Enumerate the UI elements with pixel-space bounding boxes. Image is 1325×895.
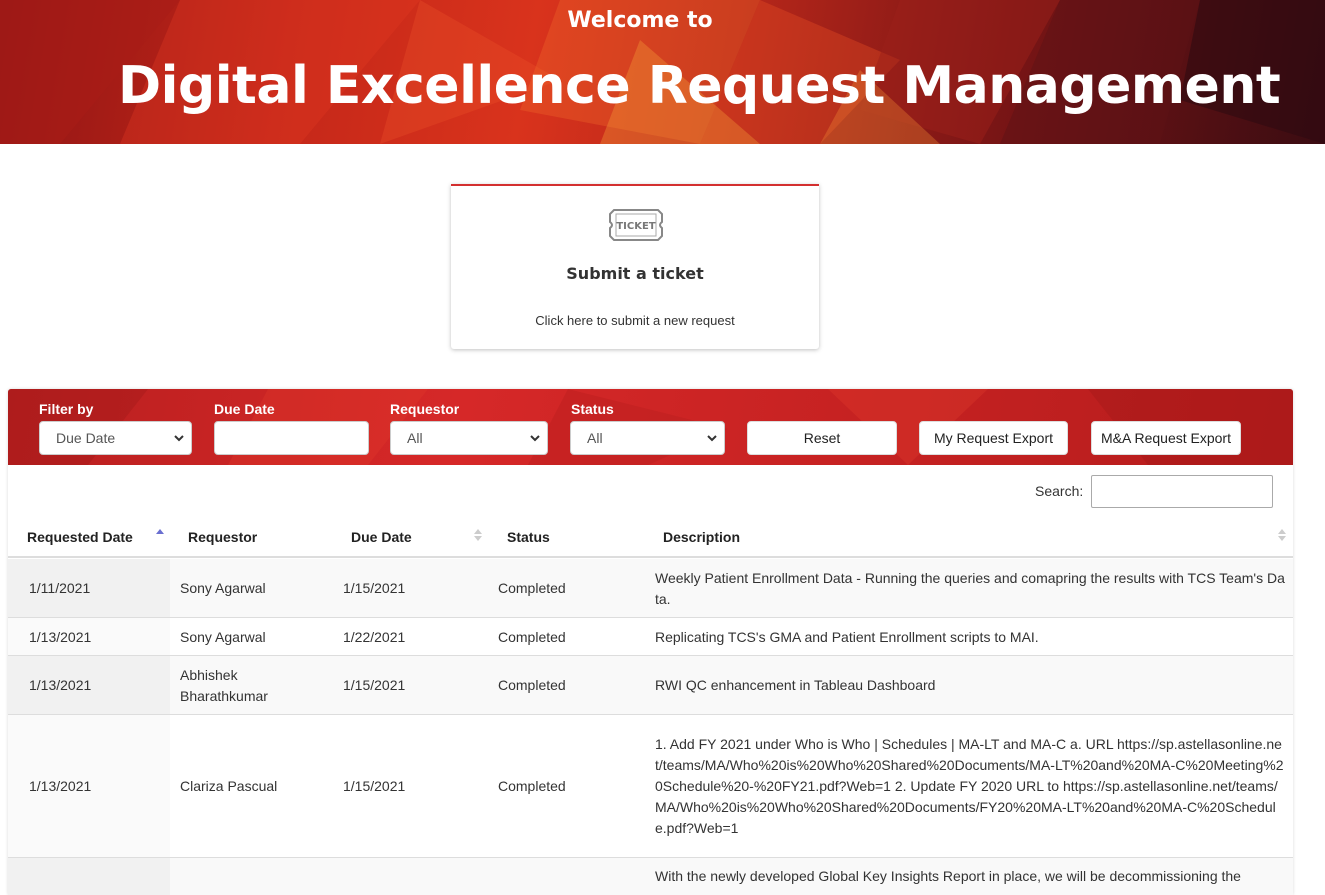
ticket-icon-label: TICKET bbox=[616, 221, 655, 232]
requestor-label: Requestor bbox=[390, 401, 460, 417]
cell-description: RWI QC enhancement in Tableau Dashboard bbox=[655, 677, 936, 693]
search-label: Search: bbox=[1035, 483, 1084, 499]
cell-due-date: 1/15/2021 bbox=[343, 677, 406, 693]
cell-requestor: Sony Agarwal bbox=[180, 628, 266, 645]
cell-requested-date: 1/13/2021 bbox=[29, 628, 92, 645]
sorted-column-cell bbox=[8, 858, 170, 895]
welcome-text: Welcome to bbox=[567, 8, 713, 33]
status-value: All bbox=[587, 430, 603, 446]
cell-due-date: 1/22/2021 bbox=[343, 628, 406, 645]
search-input[interactable] bbox=[1091, 475, 1273, 508]
cell-status: Completed bbox=[498, 580, 566, 596]
status-label: Status bbox=[571, 401, 614, 417]
status-select[interactable]: All bbox=[570, 421, 725, 455]
table-row[interactable]: 1/13/2021 Sony Agarwal 1/22/2021 Complet… bbox=[8, 618, 1293, 656]
cell-description: With the newly developed Global Key Insi… bbox=[655, 868, 1241, 884]
cell-requestor: Sony Agarwal bbox=[180, 580, 266, 596]
cell-description: Weekly Patient Enrollment Data - Running… bbox=[655, 569, 1285, 607]
column-header-due-date[interactable]: Due Date bbox=[351, 529, 412, 545]
cell-requestor: Clariza Pascual bbox=[180, 778, 278, 794]
cell-requested-date: 1/13/2021 bbox=[29, 677, 92, 693]
ticket-title: Submit a ticket bbox=[566, 264, 704, 283]
due-date-input[interactable] bbox=[214, 421, 369, 455]
due-date-label: Due Date bbox=[214, 401, 275, 417]
table-row[interactable]: 1/11/2021 Sony Agarwal 1/15/2021 Complet… bbox=[8, 559, 1293, 618]
ticket-icon: TICKET bbox=[608, 208, 664, 242]
filter-by-select[interactable]: Due Date bbox=[39, 421, 192, 455]
column-header-requestor[interactable]: Requestor bbox=[188, 529, 257, 545]
table-header: Requested Date Requestor Due Date Status… bbox=[8, 515, 1293, 558]
requestor-value: All bbox=[407, 430, 423, 446]
table-row[interactable]: With the newly developed Global Key Insi… bbox=[8, 858, 1293, 895]
cell-due-date: 1/15/2021 bbox=[343, 580, 406, 596]
ticket-subtitle: Click here to submit a new request bbox=[535, 313, 735, 328]
header-banner: Welcome to Digital Excellence Request Ma… bbox=[0, 0, 1325, 144]
table-row[interactable]: 1/13/2021 Abhishek Bharathkumar 1/15/202… bbox=[8, 656, 1293, 715]
sort-icon[interactable] bbox=[474, 527, 482, 543]
page-title: Digital Excellence Request Management bbox=[118, 56, 1281, 116]
filter-by-label: Filter by bbox=[39, 401, 94, 417]
requests-panel: Filter by Due Date Due Date Requestor Al… bbox=[8, 389, 1293, 895]
cell-status: Completed bbox=[498, 778, 566, 794]
cell-due-date: 1/15/2021 bbox=[343, 778, 406, 794]
cell-requestor: Abhishek Bharathkumar bbox=[180, 666, 268, 704]
cell-requested-date: 1/11/2021 bbox=[29, 580, 91, 596]
filter-bar: Filter by Due Date Due Date Requestor Al… bbox=[8, 389, 1293, 465]
chevron-down-icon bbox=[174, 435, 184, 442]
cell-requested-date: 1/13/2021 bbox=[29, 778, 92, 794]
cell-status: Completed bbox=[498, 628, 566, 645]
reset-button[interactable]: Reset bbox=[747, 421, 897, 455]
ma-request-export-button[interactable]: M&A Request Export bbox=[1091, 421, 1241, 455]
column-header-description[interactable]: Description bbox=[663, 529, 740, 545]
column-header-requested-date[interactable]: Requested Date bbox=[27, 529, 133, 545]
column-header-status[interactable]: Status bbox=[507, 529, 550, 545]
cell-status: Completed bbox=[498, 677, 566, 693]
chevron-down-icon bbox=[707, 435, 717, 442]
sort-icon[interactable] bbox=[1278, 527, 1286, 543]
filter-by-value: Due Date bbox=[56, 430, 116, 446]
requestor-select[interactable]: All bbox=[390, 421, 548, 455]
table-row[interactable]: 1/13/2021 Clariza Pascual 1/15/2021 Comp… bbox=[8, 715, 1293, 858]
cell-description: Replicating TCS's GMA and Patient Enroll… bbox=[655, 628, 1039, 645]
chevron-down-icon bbox=[530, 435, 540, 442]
sort-ascending-icon[interactable] bbox=[156, 527, 164, 543]
submit-ticket-card[interactable]: TICKET Submit a ticket Click here to sub… bbox=[451, 184, 819, 349]
my-request-export-button[interactable]: My Request Export bbox=[919, 421, 1068, 455]
cell-description: 1. Add FY 2021 under Who is Who | Schedu… bbox=[655, 736, 1284, 836]
